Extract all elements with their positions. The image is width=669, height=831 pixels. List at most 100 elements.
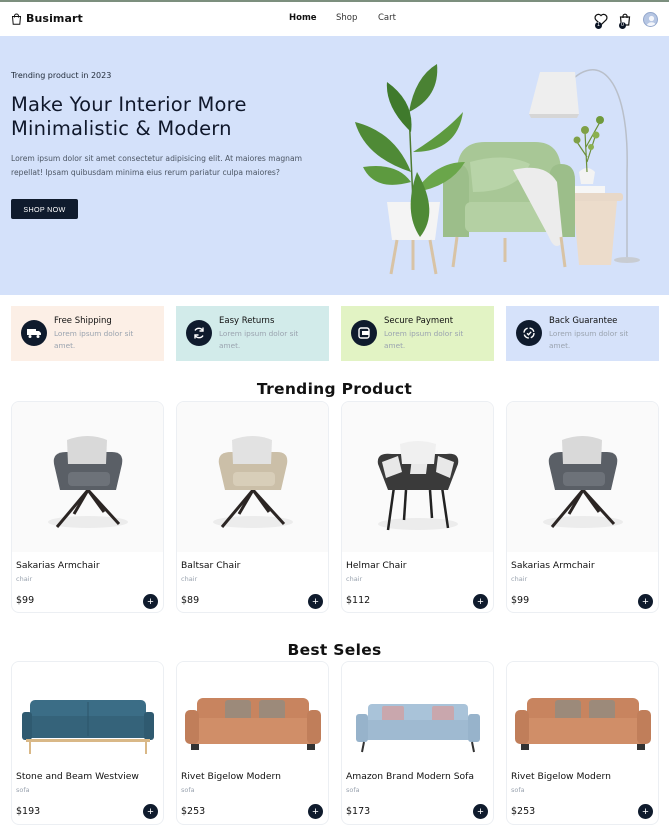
hero-furniture-illustration [355,64,640,275]
product-price: $112 [346,595,371,606]
product-image [12,662,163,774]
plus-icon: + [312,805,319,818]
sofa-image [515,698,651,750]
add-to-cart-button[interactable]: + [473,804,488,819]
product-card[interactable]: Stone and Beam Westview sofa $193 + [11,661,164,825]
product-card[interactable]: Sakarias Armchair chair $99 + [506,401,659,613]
plus-icon: + [312,595,319,608]
product-card[interactable]: Rivet Bigelow Modern sofa $253 + [176,661,329,825]
product-name: Baltsar Chair [181,560,241,571]
hero-tag: Trending product in 2023 [11,71,112,80]
product-image [177,662,328,774]
plus-icon: + [642,595,649,608]
truck-icon [27,329,41,338]
sofa-image [22,700,154,754]
product-category: sofa [181,786,195,794]
feature-title: Secure Payment [384,316,454,326]
hero-title: Make Your Interior More Minimalistic & M… [11,93,247,140]
product-price: $193 [16,806,41,817]
refresh-icon [194,327,204,339]
add-to-cart-button[interactable]: + [308,594,323,609]
product-price: $253 [511,806,536,817]
feature-description: Lorem ipsum dolor sit amet. [54,329,134,350]
product-card[interactable]: Rivet Bigelow Modern sofa $253 + [506,661,659,825]
product-name: Sakarias Armchair [16,560,100,571]
hero-description: Lorem ipsum dolor sit amet consectetur a… [11,154,303,177]
feature-icon-badge [516,320,542,346]
product-category: sofa [511,786,525,794]
cart-count-badge: 0 [619,22,626,29]
product-image [12,402,163,552]
armchair-image [543,436,623,528]
product-card[interactable]: Amazon Brand Modern Sofa sofa $173 + [341,661,494,825]
product-image [507,662,658,774]
product-card[interactable]: Helmar Chair chair $112 + [341,401,494,613]
product-image [342,662,493,774]
trending-section-title: Trending Product [256,380,413,398]
user-avatar[interactable] [643,12,658,27]
cart-button[interactable]: 0 [619,11,631,30]
feature-icon-badge [21,320,47,346]
brand-logo[interactable]: Busimart [11,12,83,25]
product-name: Amazon Brand Modern Sofa [346,771,475,782]
product-category: sofa [16,786,30,794]
add-to-cart-button[interactable]: + [308,804,323,819]
add-to-cart-button[interactable]: + [473,594,488,609]
hero-section: Trending product in 2023 Make Your Inter… [0,36,669,295]
product-name: Rivet Bigelow Modern [181,771,281,782]
product-image [177,402,328,552]
product-image [507,402,658,552]
product-name: Sakarias Armchair [511,560,595,571]
product-price: $89 [181,595,200,606]
add-to-cart-button[interactable]: + [143,594,158,609]
wishlist-button[interactable]: 1 [594,11,608,30]
features-row: Free Shipping Lorem ipsum dolor sit amet… [11,306,659,361]
armchair-image [48,436,128,528]
feature-back-guarantee: Back Guarantee Lorem ipsum dolor sit ame… [506,306,659,361]
wishlist-count-badge: 1 [595,22,602,29]
product-category: chair [511,575,528,583]
add-to-cart-button[interactable]: + [638,804,653,819]
product-card[interactable]: Sakarias Armchair chair $99 + [11,401,164,613]
feature-title: Easy Returns [219,316,275,326]
sofa-image [185,698,321,750]
product-price: $173 [346,806,371,817]
feature-title: Back Guarantee [549,316,618,326]
product-name: Rivet Bigelow Modern [511,771,611,782]
product-image [342,402,493,552]
plus-icon: + [147,595,154,608]
product-price: $253 [181,806,206,817]
product-category: chair [181,575,198,583]
navbar: Busimart Home Shop Cart 1 0 [0,2,669,36]
add-to-cart-button[interactable]: + [143,804,158,819]
feature-description: Lorem ipsum dolor sit amet. [384,329,464,350]
product-category: sofa [346,786,360,794]
add-to-cart-button[interactable]: + [638,594,653,609]
plus-icon: + [642,805,649,818]
product-name: Stone and Beam Westview [16,771,139,782]
plus-icon: + [477,595,484,608]
product-price: $99 [511,595,530,606]
armchair-image [213,436,293,528]
shop-now-button[interactable]: SHOP NOW [11,199,78,219]
nav-cart-link[interactable]: Cart [378,13,396,23]
feature-secure-payment: Secure Payment Lorem ipsum dolor sit ame… [341,306,494,361]
plus-icon: + [477,805,484,818]
payment-icon [358,327,370,339]
nav-icon-group: 1 0 [594,11,664,33]
product-category: chair [346,575,363,583]
feature-free-shipping: Free Shipping Lorem ipsum dolor sit amet… [11,306,164,361]
feature-easy-returns: Easy Returns Lorem ipsum dolor sit amet. [176,306,329,361]
product-category: chair [16,575,33,583]
patterned-chair-image [377,441,459,531]
feature-icon-badge [186,320,212,346]
guarantee-icon [523,327,535,339]
feature-description: Lorem ipsum dolor sit amet. [219,329,299,350]
brand-name: Busimart [26,12,83,25]
nav-shop-link[interactable]: Shop [336,13,357,23]
feature-description: Lorem ipsum dolor sit amet. [549,329,629,350]
product-card[interactable]: Baltsar Chair chair $89 + [176,401,329,613]
user-icon [646,15,657,26]
plus-icon: + [147,805,154,818]
nav-home-link[interactable]: Home [289,13,317,23]
